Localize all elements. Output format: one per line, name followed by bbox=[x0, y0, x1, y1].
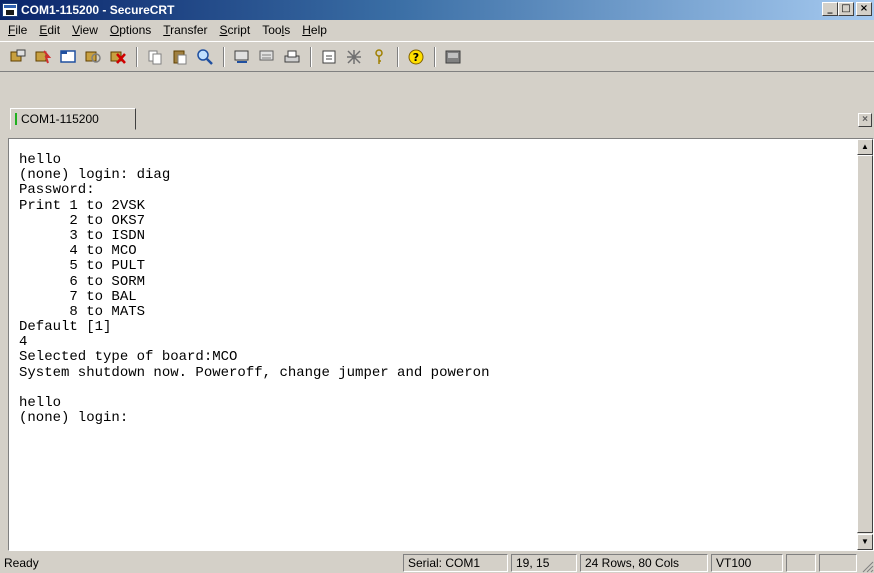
print-selection-icon[interactable] bbox=[255, 45, 279, 69]
sftp-icon[interactable] bbox=[441, 45, 465, 69]
terminal-line: hello bbox=[19, 395, 62, 411]
menu-edit[interactable]: Edit bbox=[33, 23, 66, 37]
toolbar-separator bbox=[434, 46, 436, 67]
menu-script[interactable]: Script bbox=[214, 23, 257, 37]
menu-options[interactable]: Options bbox=[104, 23, 157, 37]
app-terminal-icon[interactable] bbox=[2, 3, 18, 17]
status-cursor: 19, 15 bbox=[511, 554, 577, 572]
terminal-line: 3 to ISDN bbox=[19, 227, 146, 244]
status-extra-1 bbox=[786, 554, 816, 572]
terminal-line: hello bbox=[19, 152, 62, 168]
tab-com1-115200[interactable]: COM1-115200 bbox=[10, 108, 136, 130]
find-icon[interactable] bbox=[193, 45, 217, 69]
securecrt-window: COM1-115200 - SecureCRT _ □ × File Edit … bbox=[0, 0, 874, 573]
toolbar-separator bbox=[397, 46, 399, 67]
copy-icon[interactable] bbox=[143, 45, 167, 69]
terminal-line: 5 to PULT bbox=[19, 258, 146, 275]
terminal-output[interactable]: hello (none) login: diag Password: Print 1 … bbox=[9, 139, 859, 550]
menu-transfer[interactable]: Transfer bbox=[157, 23, 213, 37]
menu-bar: File Edit View Options Transfer Script T… bbox=[0, 20, 874, 40]
terminal-line: Default [1] bbox=[19, 319, 112, 336]
status-emulation: VT100 bbox=[711, 554, 783, 572]
connect-tab-icon[interactable] bbox=[56, 45, 80, 69]
terminal-line: 7 to BAL bbox=[19, 288, 137, 305]
resize-grip-icon[interactable] bbox=[860, 559, 874, 573]
terminal-line: Print 1 to 2VSK bbox=[19, 197, 146, 214]
scroll-thumb[interactable] bbox=[857, 155, 873, 533]
maximize-button[interactable]: □ bbox=[838, 2, 854, 16]
disconnect-icon[interactable] bbox=[106, 45, 130, 69]
terminal-line: (none) login: bbox=[19, 410, 129, 427]
session-options-icon[interactable] bbox=[317, 45, 341, 69]
menu-help[interactable]: Help bbox=[296, 23, 333, 37]
menu-view[interactable]: View bbox=[66, 23, 104, 37]
scroll-up-icon[interactable]: ▲ bbox=[857, 139, 873, 155]
minimize-button[interactable]: _ bbox=[822, 2, 838, 16]
scroll-down-icon[interactable]: ▼ bbox=[857, 534, 873, 550]
status-extra-2 bbox=[819, 554, 857, 572]
print-icon[interactable] bbox=[230, 45, 254, 69]
reconnect-icon[interactable] bbox=[81, 45, 105, 69]
terminal-line: 2 to OKS7 bbox=[19, 212, 146, 229]
paste-icon[interactable] bbox=[168, 45, 192, 69]
terminal-line: 4 bbox=[19, 334, 28, 351]
status-size: 24 Rows, 80 Cols bbox=[580, 554, 708, 572]
help-icon[interactable]: ? bbox=[404, 45, 428, 69]
menu-tools[interactable]: Tools bbox=[256, 23, 296, 37]
toolbar-separator bbox=[223, 46, 225, 67]
terminal-line: 4 to MCO bbox=[19, 243, 137, 260]
global-options-icon[interactable] bbox=[342, 45, 366, 69]
status-serial: Serial: COM1 bbox=[403, 554, 508, 572]
connect-icon[interactable] bbox=[6, 45, 30, 69]
terminal-line: (none) login: diag bbox=[19, 167, 171, 184]
menu-file[interactable]: File bbox=[2, 23, 33, 37]
terminal-line: Password: bbox=[19, 182, 95, 199]
vertical-scrollbar[interactable]: ▲ ▼ bbox=[857, 139, 873, 550]
print-setup-icon[interactable] bbox=[280, 45, 304, 69]
status-ready: Ready bbox=[4, 556, 39, 570]
close-button[interactable]: × bbox=[856, 2, 872, 16]
close-tab-icon[interactable]: × bbox=[858, 113, 872, 127]
session-tab-bar: COM1-115200 × bbox=[0, 73, 874, 135]
terminal-frame: hello (none) login: diag Password: Print 1 … bbox=[8, 138, 874, 551]
quick-connect-icon[interactable] bbox=[31, 45, 55, 69]
svg-text:?: ? bbox=[413, 51, 419, 64]
terminal-line: System shutdown now. Poweroff, change ju… bbox=[19, 364, 490, 381]
terminal-line: 8 to MATS bbox=[19, 303, 146, 320]
toolbar-separator bbox=[310, 46, 312, 67]
window-title: COM1-115200 - SecureCRT bbox=[21, 3, 175, 17]
key-map-icon[interactable] bbox=[367, 45, 391, 69]
connected-indicator bbox=[15, 113, 17, 125]
tab-label: COM1-115200 bbox=[21, 112, 99, 126]
status-bar: Ready Serial: COM1 19, 15 24 Rows, 80 Co… bbox=[0, 553, 874, 573]
terminal-line: 6 to SORM bbox=[19, 273, 146, 290]
title-bar[interactable]: COM1-115200 - SecureCRT _ □ × bbox=[0, 0, 874, 20]
terminal-line: Selected type of board:MCO bbox=[19, 349, 238, 366]
toolbar: ? bbox=[0, 41, 874, 72]
window-controls: _ □ × bbox=[822, 2, 872, 16]
toolbar-separator bbox=[136, 46, 138, 67]
